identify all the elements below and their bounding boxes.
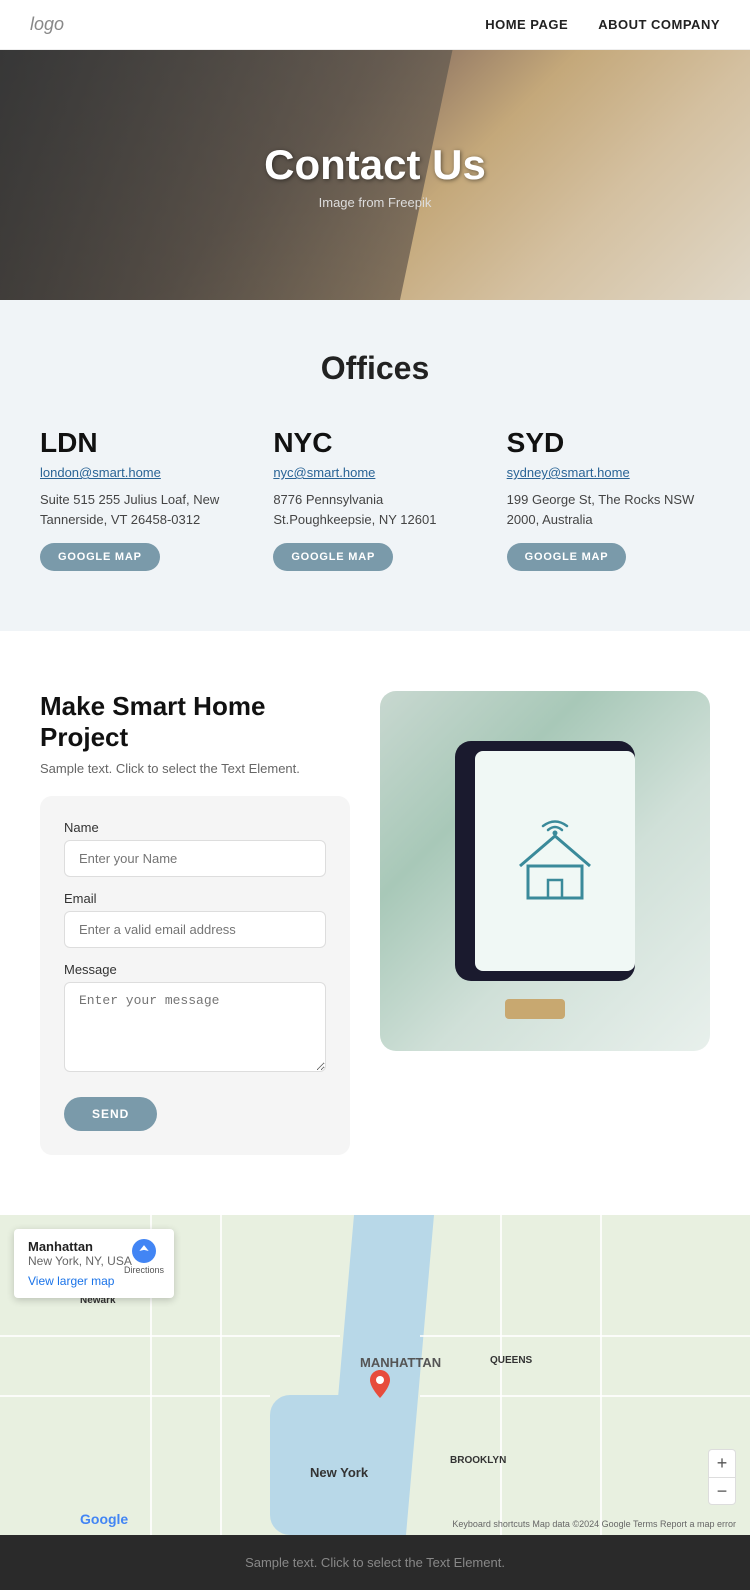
google-map-btn-nyc[interactable]: GOOGLE MAP: [273, 543, 393, 571]
map-label-manhattan: MANHATTAN: [360, 1355, 441, 1370]
google-logo: Google: [80, 1511, 128, 1527]
office-address-syd: 199 George St, The Rocks NSW 2000, Austr…: [507, 490, 710, 529]
map-road-6: [220, 1215, 222, 1535]
office-address-ldn: Suite 515 255 Julius Loaf, New Tannersid…: [40, 490, 243, 529]
form-group-email: Email: [64, 891, 326, 948]
offices-title: Offices: [40, 350, 710, 387]
navbar: logo HOME PAGE ABOUT COMPANY: [0, 0, 750, 50]
form-card: Name Email Message SEND: [40, 796, 350, 1155]
about-company-link[interactable]: ABOUT COMPANY: [598, 17, 720, 32]
map-road-3: [0, 1395, 270, 1397]
map-label-queens: QUEENS: [490, 1355, 532, 1366]
google-map-btn-syd[interactable]: GOOGLE MAP: [507, 543, 627, 571]
message-input[interactable]: [64, 982, 326, 1072]
hero-title: Contact Us: [264, 141, 486, 189]
logo: logo: [30, 14, 64, 35]
offices-section: Offices LDN london@smart.home Suite 515 …: [0, 300, 750, 631]
map-road-7: [500, 1215, 502, 1535]
map-pin: [370, 1370, 390, 1403]
tablet-screen: [475, 751, 635, 971]
zoom-out-button[interactable]: −: [708, 1477, 736, 1505]
map-road-4: [420, 1395, 750, 1397]
nav-links: HOME PAGE ABOUT COMPANY: [485, 17, 720, 32]
form-group-name: Name: [64, 820, 326, 877]
zoom-in-button[interactable]: +: [708, 1449, 736, 1477]
directions-label[interactable]: Directions: [124, 1265, 164, 1275]
map-road-8: [600, 1215, 602, 1535]
tablet-stand: [505, 999, 565, 1019]
form-image: [380, 691, 710, 1051]
form-section: Make Smart Home Project Sample text. Cli…: [0, 631, 750, 1215]
office-city-nyc: NYC: [273, 427, 476, 459]
footer-text: Sample text. Click to select the Text El…: [20, 1555, 730, 1570]
map-label-brooklyn: BROOKLYN: [450, 1455, 506, 1466]
form-group-message: Message: [64, 962, 326, 1077]
name-input[interactable]: [64, 840, 326, 877]
email-label: Email: [64, 891, 326, 906]
message-label: Message: [64, 962, 326, 977]
map-label-new-york: New York: [310, 1465, 368, 1480]
office-city-syd: SYD: [507, 427, 710, 459]
map-visual: Newark MANHATTAN QUEENS BROOKLYN New Yor…: [0, 1215, 750, 1535]
directions-icon: [132, 1239, 156, 1263]
tablet-illustration: [445, 741, 645, 1001]
hero-credit: Image from Freepik: [319, 195, 432, 210]
view-larger-map-link[interactable]: View larger map: [28, 1274, 114, 1288]
map-infobox: Manhattan New York, NY, USA View larger …: [14, 1229, 174, 1298]
office-ldn: LDN london@smart.home Suite 515 255 Juli…: [40, 427, 243, 571]
office-syd: SYD sydney@smart.home 199 George St, The…: [507, 427, 710, 571]
form-left: Make Smart Home Project Sample text. Cli…: [40, 691, 350, 1155]
map-section: Newark MANHATTAN QUEENS BROOKLYN New Yor…: [0, 1215, 750, 1535]
map-road-1: [0, 1335, 340, 1337]
office-nyc: NYC nyc@smart.home 8776 Pennsylvania St.…: [273, 427, 476, 571]
name-label: Name: [64, 820, 326, 835]
office-email-nyc[interactable]: nyc@smart.home: [273, 465, 476, 480]
form-section-sub: Sample text. Click to select the Text El…: [40, 761, 350, 776]
map-zoom-controls: + −: [708, 1449, 736, 1505]
office-email-syd[interactable]: sydney@smart.home: [507, 465, 710, 480]
footer: Sample text. Click to select the Text El…: [0, 1535, 750, 1590]
form-section-title: Make Smart Home Project: [40, 691, 350, 753]
hero-section: Contact Us Image from Freepik: [0, 50, 750, 300]
send-button[interactable]: SEND: [64, 1097, 157, 1131]
email-input[interactable]: [64, 911, 326, 948]
google-map-btn-ldn[interactable]: GOOGLE MAP: [40, 543, 160, 571]
office-email-ldn[interactable]: london@smart.home: [40, 465, 243, 480]
map-road-2: [420, 1335, 750, 1337]
offices-grid: LDN london@smart.home Suite 515 255 Juli…: [40, 427, 710, 571]
office-address-nyc: 8776 Pennsylvania St.Poughkeepsie, NY 12…: [273, 490, 476, 529]
tablet-body: [455, 741, 635, 981]
office-city-ldn: LDN: [40, 427, 243, 459]
map-attribution: Keyboard shortcuts Map data ©2024 Google…: [452, 1519, 736, 1529]
home-page-link[interactable]: HOME PAGE: [485, 17, 568, 32]
smart-home-icon: [510, 816, 600, 906]
